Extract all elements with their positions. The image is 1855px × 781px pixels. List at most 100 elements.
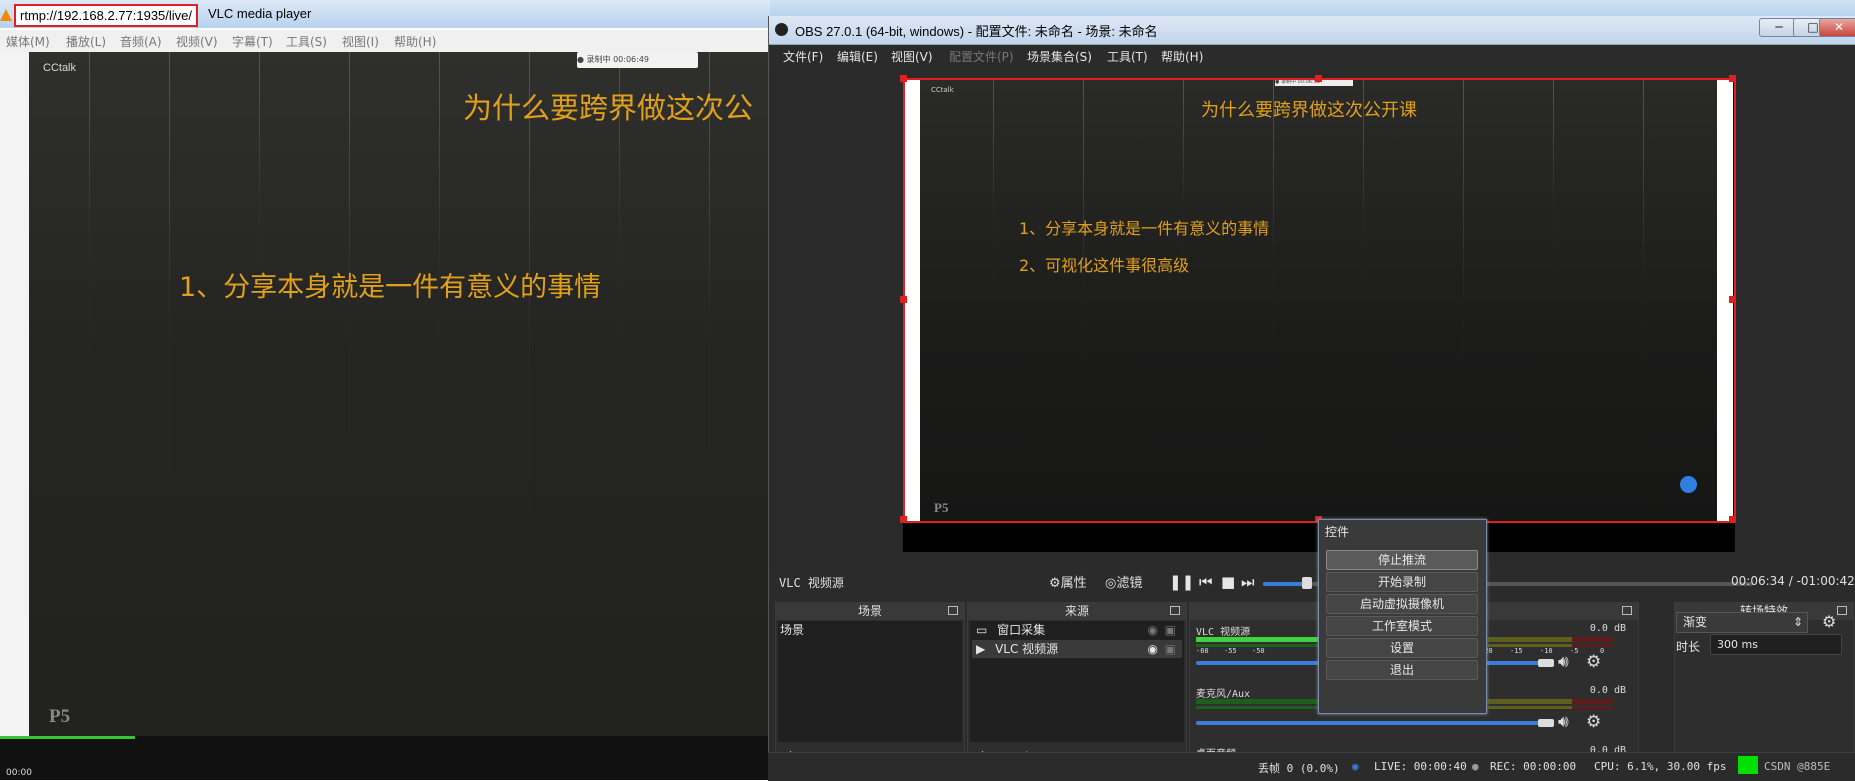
properties-label: 属性 — [1060, 576, 1087, 591]
resize-handle[interactable] — [1729, 516, 1736, 523]
properties-button[interactable]: ⚙属性 — [1049, 572, 1087, 591]
scenes-list[interactable]: 场景 — [778, 621, 962, 742]
play-icon: ▶ — [976, 642, 986, 656]
obs-menu-tools[interactable]: 工具(T) — [1107, 48, 1148, 65]
obs-menubar: 文件(F) 编辑(E) 视图(V) 配置文件(P) 场景集合(S) 工具(T) … — [769, 45, 1855, 67]
source-item-vlc[interactable]: ▶ VLC 视频源 ◉ ▣ — [972, 640, 1182, 658]
resize-handle[interactable] — [1729, 296, 1736, 303]
next-icon[interactable]: ⏭ — [1241, 573, 1255, 591]
mixer-channel-db: 0.0 dB — [1589, 685, 1626, 696]
sources-list[interactable]: ▭ 窗口采集 ◉ ▣ ▶ VLC 视频源 ◉ ▣ — [970, 621, 1184, 742]
source-name: 窗口采集 — [997, 623, 1046, 637]
speaker-icon[interactable]: 🔊︎ — [1558, 652, 1569, 672]
settings-button[interactable]: 设置 — [1326, 638, 1478, 658]
lock-icon[interactable]: ▣ — [1165, 621, 1176, 639]
obs-window: OBS 27.0.1 (64-bit, windows) - 配置文件: 未命名… — [768, 16, 1855, 780]
resize-handle[interactable] — [1729, 75, 1736, 82]
gear-icon: ⚙ — [1049, 576, 1061, 591]
gear-icon[interactable]: ⚙ — [1822, 612, 1836, 631]
vlc-controls-bar — [0, 736, 770, 780]
vlc-title-app: VLC media player — [208, 6, 312, 21]
source-selection-box[interactable] — [900, 75, 1736, 523]
speaker-icon[interactable]: 🔊︎ — [1558, 712, 1569, 732]
vlc-menu-playback[interactable]: 播放(L) — [66, 33, 106, 50]
dock-float-icon[interactable] — [1837, 606, 1847, 615]
live-time: LIVE: 00:00:40 — [1374, 760, 1467, 773]
duration-input[interactable]: 300 ms — [1710, 634, 1842, 655]
dock-float-icon[interactable] — [1170, 606, 1180, 615]
volume-slider-handle[interactable] — [1538, 719, 1554, 727]
exit-button[interactable]: 退出 — [1326, 660, 1478, 680]
sources-header: 来源 — [968, 603, 1186, 620]
duration-value: 300 ms — [1717, 638, 1758, 651]
source-item-window-capture[interactable]: ▭ 窗口采集 ◉ ▣ — [972, 621, 1182, 639]
resize-handle[interactable] — [900, 75, 907, 82]
watermark: CSDN @885E — [1764, 760, 1831, 773]
stop-icon[interactable]: ■ — [1221, 573, 1235, 591]
vlc-title-url: rtmp://192.168.2.77:1935/live/ — [14, 4, 199, 27]
vlc-cctalk-brand: CCtalk — [43, 62, 77, 74]
visibility-icon[interactable]: ◉ — [1148, 640, 1158, 658]
studio-mode-button[interactable]: 工作室模式 — [1326, 616, 1478, 636]
filters-button[interactable]: ◎滤镜 — [1105, 572, 1142, 591]
vlc-menu-view[interactable]: 视图(I) — [342, 33, 379, 50]
gear-icon[interactable]: ⚙ — [1586, 652, 1601, 672]
transition-select[interactable]: 渐变 ⇕ — [1676, 612, 1808, 633]
vlc-menu-help[interactable]: 帮助(H) — [394, 33, 436, 50]
resize-handle[interactable] — [900, 296, 907, 303]
vlc-menu-audio[interactable]: 音频(A) — [120, 33, 162, 50]
vlc-cone-icon — [0, 9, 12, 21]
obs-menu-view[interactable]: 视图(V) — [891, 48, 933, 65]
transition-selected: 渐变 — [1683, 615, 1708, 629]
mixer-channel-name: 麦克风/Aux — [1196, 689, 1251, 700]
meter-scale: -55 — [1224, 647, 1237, 655]
chevron-updown-icon: ⇕ — [1792, 615, 1803, 629]
meter-scale: -15 — [1510, 647, 1523, 655]
vlc-progress-bar[interactable] — [0, 736, 135, 739]
gear-icon[interactable]: ⚙ — [1586, 712, 1601, 732]
volume-slider[interactable] — [1196, 721, 1546, 725]
vlc-menu-subtitle[interactable]: 字幕(T) — [232, 33, 273, 50]
controls-dock-popup: 控件 停止推流 开始录制 启动虚拟摄像机 工作室模式 设置 退出 — [1318, 519, 1487, 714]
vlc-menubar: 媒体(M) 播放(L) 音频(A) 视频(V) 字幕(T) 工具(S) 视图(I… — [0, 30, 770, 53]
controls-title: 控件 — [1325, 525, 1350, 539]
stop-streaming-button[interactable]: 停止推流 — [1326, 550, 1478, 570]
obs-menu-file[interactable]: 文件(F) — [783, 48, 823, 65]
previous-icon[interactable]: ⏮ — [1199, 573, 1213, 591]
vlc-menu-media[interactable]: 媒体(M) — [6, 33, 50, 50]
dock-float-icon[interactable] — [1622, 606, 1632, 615]
visibility-off-icon[interactable]: ◉ — [1148, 621, 1158, 639]
dropped-frames: 丢帧 0 (0.0%) — [1258, 762, 1340, 775]
resize-handle[interactable] — [900, 516, 907, 523]
vlc-slide-heading: 为什么要跨界做这次公 — [463, 91, 754, 125]
obs-menu-edit[interactable]: 编辑(E) — [837, 48, 878, 65]
meter-scale: -5 — [1570, 647, 1579, 655]
obs-menu-scene-collection[interactable]: 场景集合(S) — [1027, 48, 1092, 65]
scene-item[interactable]: 场景 — [780, 621, 960, 639]
vlc-menu-video[interactable]: 视频(V) — [176, 33, 218, 50]
rec-time: REC: 00:00:00 — [1490, 760, 1577, 773]
rec-icon: ● — [1472, 760, 1479, 773]
vlc-video-area[interactable]: CCtalk ● 录制中 00:06:49 为什么要跨界做这次公 1、分享本身就… — [29, 52, 770, 736]
meter-scale: -60 — [1196, 647, 1209, 655]
resize-handle[interactable] — [1315, 75, 1322, 82]
obs-menu-help[interactable]: 帮助(H) — [1161, 48, 1203, 65]
filters-label: 滤镜 — [1116, 576, 1143, 591]
media-seek-handle[interactable] — [1302, 577, 1312, 589]
close-button[interactable]: ✕ — [1819, 18, 1855, 37]
scenes-header: 场景 — [776, 603, 964, 620]
dock-float-icon[interactable] — [948, 606, 958, 615]
start-virtual-camera-button[interactable]: 启动虚拟摄像机 — [1326, 594, 1478, 614]
vlc-time: 00:00 — [6, 768, 32, 778]
scenes-dock: 场景 场景 ＋ － ∧ ∨ — [775, 602, 965, 769]
obs-menu-profile: 配置文件(P) — [949, 50, 1014, 64]
start-recording-button[interactable]: 开始录制 — [1326, 572, 1478, 592]
pause-icon[interactable]: ❚❚ — [1169, 573, 1194, 591]
vlc-menu-tools[interactable]: 工具(S) — [286, 33, 327, 50]
stream-health-indicator — [1738, 756, 1758, 774]
vlc-left-margin — [0, 52, 29, 738]
obs-window-title: OBS 27.0.1 (64-bit, windows) - 配置文件: 未命名… — [795, 24, 1158, 39]
volume-slider-handle[interactable] — [1538, 659, 1554, 667]
lock-icon[interactable]: ▣ — [1165, 640, 1176, 658]
vlc-recording-badge: ● 录制中 00:06:49 — [577, 52, 698, 68]
